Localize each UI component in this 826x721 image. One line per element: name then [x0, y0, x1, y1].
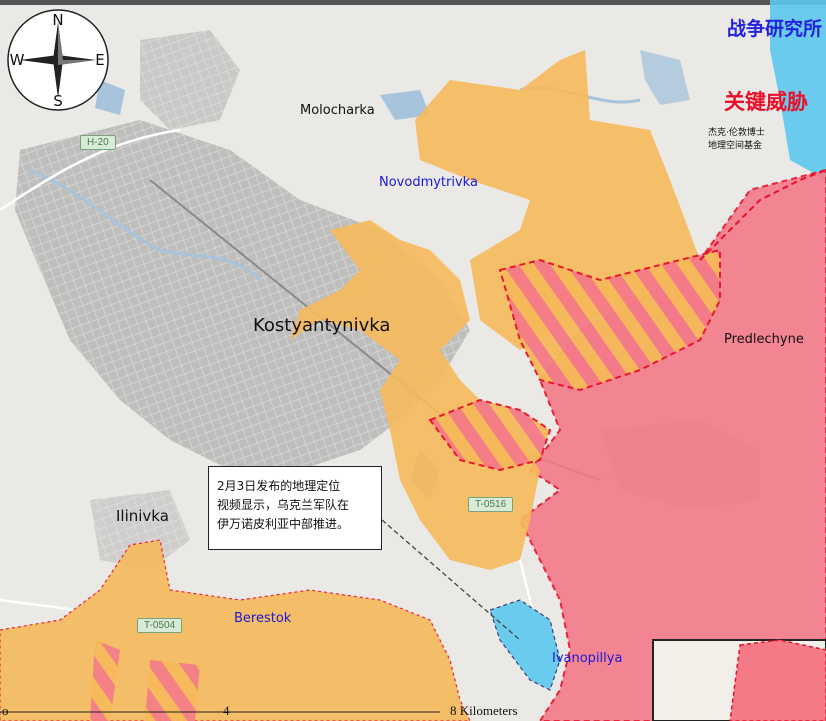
geolocation-callout: 2月3日发布的地理定位 视频显示，乌克兰军队在 伊万诺皮利亚中部推进。 — [208, 466, 382, 550]
road-shield-t0516: T-0516 — [468, 497, 514, 512]
place-berestok: Berestok — [234, 611, 292, 626]
scale-label-4: 4 — [223, 703, 230, 718]
road-shield-h20: H-20 — [80, 135, 116, 150]
callout-line-3: 伊万诺皮利亚中部推进。 — [217, 517, 350, 531]
inset-area — [729, 639, 826, 721]
compass-s: S — [53, 92, 63, 110]
map-title: 关键威胁 — [724, 90, 808, 114]
credit-line-1: 杰克·伦敦博士 — [708, 128, 765, 138]
map-canvas[interactable]: N S E W 战争研究所 关键威胁 杰克·伦敦博士 地理空间基金 Moloch… — [0, 0, 826, 721]
compass-rose: N S E W — [4, 6, 112, 114]
callout-line-2: 视频显示，乌克兰军队在 — [217, 498, 350, 512]
map-layers — [0, 0, 826, 721]
place-molocharka: Molocharka — [300, 103, 375, 118]
callout-line-1: 2月3日发布的地理定位 — [217, 479, 341, 493]
place-ivanopillya: Ivanopillya — [552, 651, 623, 666]
compass-w: W — [10, 51, 25, 69]
place-predlechyne: Predlechyne — [724, 332, 804, 347]
scale-label-8km: 8 Kilometers — [450, 703, 518, 718]
place-novodmytrivka: Novodmytrivka — [379, 175, 478, 190]
compass-icon: N S E W — [7, 9, 109, 111]
org-title: 战争研究所 — [726, 18, 822, 40]
credit-line-2: 地理空间基金 — [708, 141, 763, 151]
credit-block: 杰克·伦敦博士 地理空间基金 — [708, 127, 765, 153]
compass-e: E — [95, 51, 104, 69]
scale-label-partial: o — [2, 703, 9, 718]
place-kostyantynivka: Kostyantynivka — [253, 315, 391, 336]
place-ilinivka: Ilinivka — [116, 507, 169, 525]
road-shield-t0504: T-0504 — [137, 618, 183, 633]
compass-n: N — [52, 11, 63, 29]
top-border — [0, 0, 826, 5]
